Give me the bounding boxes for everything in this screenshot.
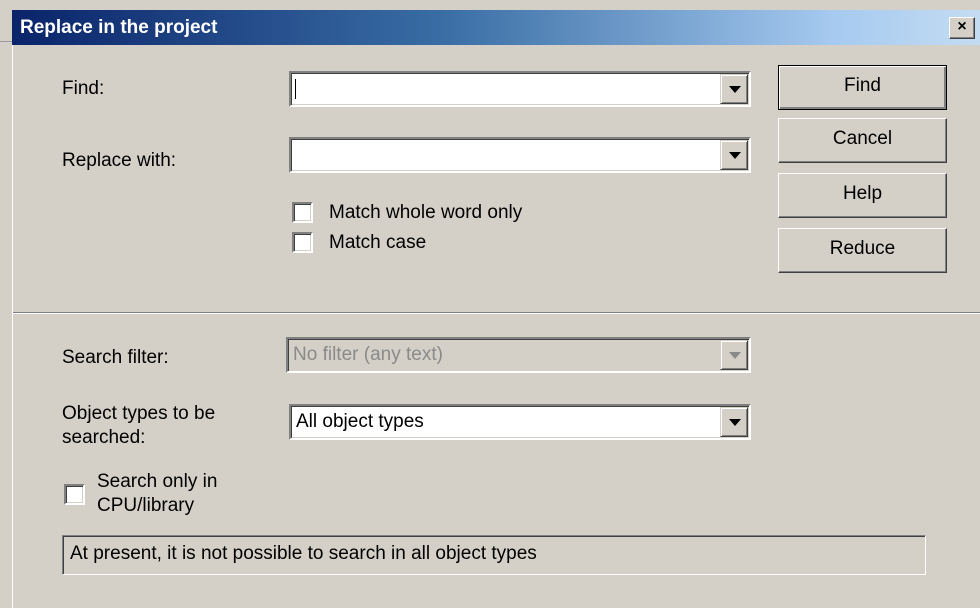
object-types-label-line1: Object types to be [62,403,216,424]
find-label: Find: [62,78,105,99]
status-message: At present, it is not possible to search… [62,535,926,575]
match-whole-word-label[interactable]: Match whole word only [329,202,522,224]
close-icon: × [957,18,967,35]
window-left-edge [12,45,13,608]
search-filter-label: Search filter: [62,347,169,368]
object-types-label-line2: searched: [62,427,146,448]
match-case-label[interactable]: Match case [329,232,426,254]
reduce-button[interactable]: Reduce [778,228,947,273]
cancel-button[interactable]: Cancel [778,118,947,163]
object-types-combobox[interactable]: All object types [289,404,751,440]
search-filter-dropdown-button[interactable] [720,340,748,370]
object-types-value: All object types [296,411,424,432]
search-filter-value: No filter (any text) [293,344,443,365]
replace-label: Replace with: [62,150,177,171]
search-filter-combobox[interactable]: No filter (any text) [286,337,751,373]
find-dropdown-button[interactable] [720,74,748,104]
title-bar[interactable]: Replace in the project × [0,0,980,45]
help-button[interactable]: Help [778,173,947,218]
section-divider [13,312,980,314]
replace-combobox[interactable] [289,137,751,173]
search-only-cpu-checkbox[interactable] [64,484,85,505]
match-whole-word-checkbox[interactable] [292,202,313,223]
close-button[interactable]: × [949,17,975,39]
text-caret [295,79,296,99]
search-only-cpu-label-line1[interactable]: Search only in [97,471,217,493]
find-button[interactable]: Find [778,65,947,110]
replace-dropdown-button[interactable] [720,140,748,170]
find-combobox[interactable] [289,71,751,107]
window-title: Replace in the project [20,17,218,38]
search-only-cpu-label-line2[interactable]: CPU/library [97,495,194,517]
object-types-dropdown-button[interactable] [720,407,748,437]
match-case-checkbox[interactable] [292,232,313,253]
